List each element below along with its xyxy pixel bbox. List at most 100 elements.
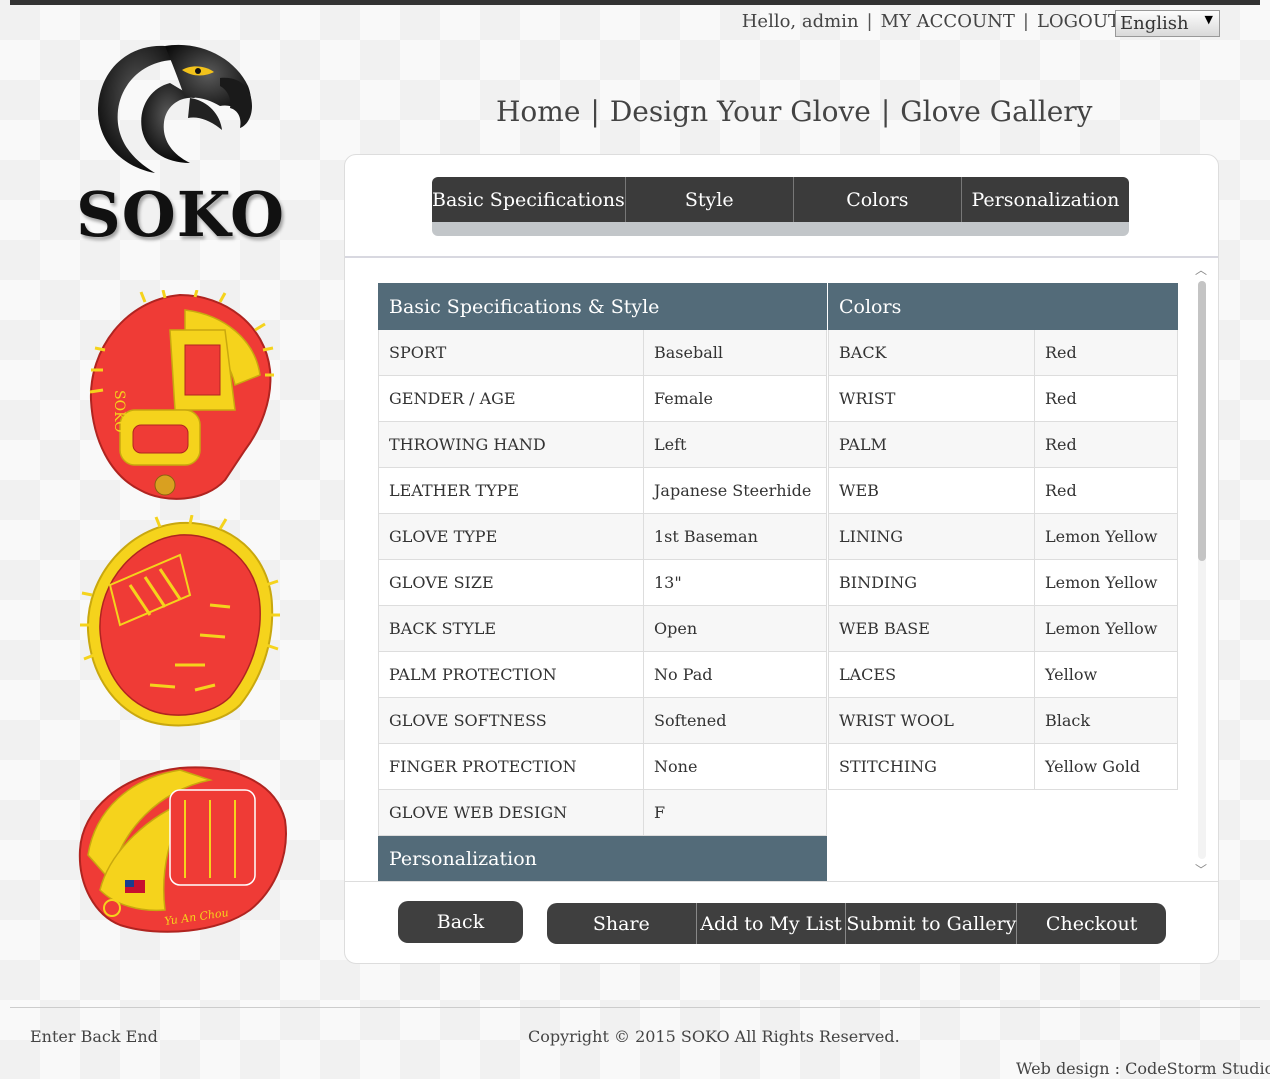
color-value: Red bbox=[1034, 329, 1178, 376]
specs-table-title: Basic Specifications & Style bbox=[378, 283, 827, 330]
table-row: THROWING HAND Left bbox=[378, 421, 827, 468]
table-row: BACK STYLE Open bbox=[378, 605, 827, 652]
color-label: WRIST bbox=[828, 375, 1035, 422]
submit-to-gallery-button[interactable]: Submit to Gallery bbox=[846, 903, 1018, 944]
tab-progress-track bbox=[432, 222, 1129, 236]
color-value: Lemon Yellow bbox=[1034, 559, 1178, 606]
user-bar: Hello, admin | MY ACCOUNT | LOGOUT bbox=[742, 11, 1120, 32]
table-row: SPORT Baseball bbox=[378, 329, 827, 376]
spec-label: THROWING HAND bbox=[378, 421, 644, 468]
glove-side-view-image: Yu An Chou bbox=[70, 760, 290, 940]
back-button[interactable]: Back bbox=[398, 901, 523, 943]
copyright-text: Copyright © 2015 SOKO All Rights Reserve… bbox=[528, 1027, 900, 1046]
nav-home[interactable]: Home bbox=[496, 95, 580, 128]
checkout-button[interactable]: Checkout bbox=[1017, 903, 1166, 944]
spec-label: GENDER / AGE bbox=[378, 375, 644, 422]
spec-value: 13" bbox=[643, 559, 827, 606]
spec-value: No Pad bbox=[643, 651, 827, 698]
spec-value: Softened bbox=[643, 697, 827, 744]
soko-logo[interactable]: SOKO bbox=[70, 38, 284, 253]
language-value: English bbox=[1120, 13, 1189, 34]
personalization-table-title: Personalization bbox=[378, 835, 827, 881]
table-row: BACK Red bbox=[828, 329, 1178, 376]
tab-colors[interactable]: Colors bbox=[794, 177, 962, 222]
tab-personalization[interactable]: Personalization bbox=[962, 177, 1129, 222]
color-label: WEB BASE bbox=[828, 605, 1035, 652]
top-bar bbox=[10, 0, 1260, 5]
language-select[interactable]: English ▼ bbox=[1115, 10, 1220, 37]
spec-label: GLOVE TYPE bbox=[378, 513, 644, 560]
scrollbar-track[interactable] bbox=[1198, 281, 1206, 859]
color-label: STITCHING bbox=[828, 743, 1035, 790]
chevron-down-icon: ▼ bbox=[1204, 13, 1213, 26]
tab-style[interactable]: Style bbox=[626, 177, 794, 222]
add-to-my-list-button[interactable]: Add to My List bbox=[697, 903, 847, 944]
web-design-credit: Web design : CodeStorm Studio bbox=[1016, 1059, 1270, 1078]
colors-table: Colors BACK Red WRIST Red PALM Red WEB Red L… bbox=[828, 283, 1178, 790]
color-value: Red bbox=[1034, 421, 1178, 468]
table-row: GLOVE SOFTNESS Softened bbox=[378, 697, 827, 744]
summary-scroll-area[interactable]: Basic Specifications & Style SPORT Baseba… bbox=[345, 259, 1218, 881]
color-label: BACK bbox=[828, 329, 1035, 376]
step-tabs: Basic Specifications Style Colors Person… bbox=[432, 177, 1129, 237]
color-label: BINDING bbox=[828, 559, 1035, 606]
nav-glove-gallery[interactable]: Glove Gallery bbox=[900, 95, 1092, 128]
glove-palm-view-image bbox=[80, 514, 280, 733]
share-button[interactable]: Share bbox=[547, 903, 697, 944]
specs-table: Basic Specifications & Style SPORT Baseba… bbox=[378, 283, 827, 881]
spec-label: LEATHER TYPE bbox=[378, 467, 644, 514]
separator: | bbox=[880, 95, 891, 128]
table-row: WRIST Red bbox=[828, 375, 1178, 422]
table-row: PALM Red bbox=[828, 421, 1178, 468]
scrollbar-thumb[interactable] bbox=[1198, 281, 1206, 561]
table-row: BINDING Lemon Yellow bbox=[828, 559, 1178, 606]
spec-label: PALM PROTECTION bbox=[378, 651, 644, 698]
color-label: PALM bbox=[828, 421, 1035, 468]
spec-value: Baseball bbox=[643, 329, 827, 376]
spec-label: GLOVE SOFTNESS bbox=[378, 697, 644, 744]
color-value: Lemon Yellow bbox=[1034, 513, 1178, 560]
logout-link[interactable]: LOGOUT bbox=[1037, 11, 1120, 32]
separator: | bbox=[1022, 11, 1029, 32]
divider bbox=[345, 881, 1218, 882]
spec-label: SPORT bbox=[378, 329, 644, 376]
spec-value: None bbox=[643, 743, 827, 790]
spec-label: BACK STYLE bbox=[378, 605, 644, 652]
color-value: Red bbox=[1034, 375, 1178, 422]
table-row: GLOVE WEB DESIGN F bbox=[378, 789, 827, 836]
separator: | bbox=[866, 11, 873, 32]
my-account-link[interactable]: MY ACCOUNT bbox=[881, 11, 1015, 32]
tab-basic-specifications[interactable]: Basic Specifications bbox=[432, 177, 626, 222]
table-row: PALM PROTECTION No Pad bbox=[378, 651, 827, 698]
color-label: WEB bbox=[828, 467, 1035, 514]
vertical-scrollbar[interactable]: ︿ ﹀ bbox=[1194, 259, 1208, 881]
table-row: LACES Yellow bbox=[828, 651, 1178, 698]
main-nav: Home | Design Your Glove | Glove Gallery bbox=[496, 95, 1093, 128]
table-row: LEATHER TYPE Japanese Steerhide bbox=[378, 467, 827, 514]
eagle-icon bbox=[97, 44, 252, 173]
enter-back-end-link[interactable]: Enter Back End bbox=[30, 1027, 158, 1046]
spec-label: FINGER PROTECTION bbox=[378, 743, 644, 790]
action-button-group: Share Add to My List Submit to Gallery C… bbox=[547, 903, 1166, 944]
spec-label: GLOVE WEB DESIGN bbox=[378, 789, 644, 836]
chevron-down-icon[interactable]: ﹀ bbox=[1194, 863, 1208, 877]
nav-design-your-glove[interactable]: Design Your Glove bbox=[610, 95, 871, 128]
color-value: Yellow Gold bbox=[1034, 743, 1178, 790]
spec-value: Female bbox=[643, 375, 827, 422]
separator: | bbox=[590, 95, 600, 128]
table-row: LINING Lemon Yellow bbox=[828, 513, 1178, 560]
glove-back-view-image: SOKO bbox=[85, 289, 275, 508]
color-value: Black bbox=[1034, 697, 1178, 744]
table-row: GLOVE TYPE 1st Baseman bbox=[378, 513, 827, 560]
divider bbox=[345, 256, 1218, 258]
table-row: WEB BASE Lemon Yellow bbox=[828, 605, 1178, 652]
color-label: LINING bbox=[828, 513, 1035, 560]
colors-table-title: Colors bbox=[828, 283, 1178, 330]
summary-card: Basic Specifications Style Colors Person… bbox=[344, 154, 1219, 964]
color-value: Lemon Yellow bbox=[1034, 605, 1178, 652]
table-row: STITCHING Yellow Gold bbox=[828, 743, 1178, 790]
spec-label: GLOVE SIZE bbox=[378, 559, 644, 606]
table-row: GENDER / AGE Female bbox=[378, 375, 827, 422]
chevron-up-icon[interactable]: ︿ bbox=[1194, 263, 1208, 277]
brand-wordmark: SOKO bbox=[76, 178, 286, 251]
